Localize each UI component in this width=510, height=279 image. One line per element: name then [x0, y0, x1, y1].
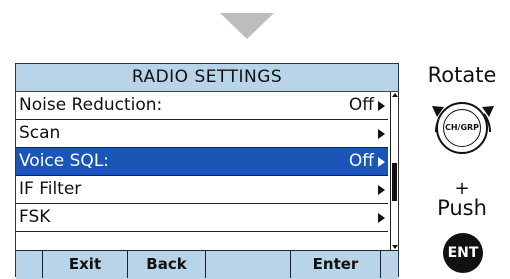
menu-item-if-filter[interactable]: IF Filter [16, 176, 388, 204]
screen-title: RADIO SETTINGS [16, 64, 398, 92]
softkey-spacer [16, 251, 43, 278]
menu-item-noise-reduction[interactable]: Noise Reduction: Off [16, 92, 388, 120]
scroll-down-icon [392, 245, 398, 249]
settings-menu: Noise Reduction: Off Scan Voice SQL: Off… [16, 92, 388, 232]
push-label: Push [437, 196, 487, 220]
menu-item-label: FSK [19, 207, 51, 227]
rotate-label: Rotate [427, 63, 497, 87]
menu-item-value: Off [348, 151, 374, 171]
exit-softkey[interactable]: Exit [43, 251, 128, 278]
menu-item-label: Noise Reduction: [19, 95, 163, 115]
control-instructions: Rotate CH/GRP + Push ENT [408, 0, 510, 276]
arrow-right-icon [378, 101, 385, 111]
menu-item-label: Scan [19, 123, 61, 143]
menu-item-voice-sql[interactable]: Voice SQL: Off [16, 148, 388, 176]
menu-item-value: Off [348, 95, 374, 115]
blank-softkey[interactable] [206, 251, 291, 278]
arrow-right-icon [378, 213, 385, 223]
scroll-up-icon [392, 93, 398, 97]
menu-item-label: IF Filter [19, 179, 82, 199]
arrow-right-icon [378, 129, 385, 139]
scrollbar[interactable] [390, 92, 398, 250]
knob-outer: CH/GRP [436, 102, 488, 154]
ch-grp-knob[interactable]: CH/GRP [428, 92, 498, 162]
softkey-bar: Exit Back Enter [16, 250, 398, 279]
menu-item-label: Voice SQL: [19, 151, 110, 171]
arrow-right-icon [378, 157, 385, 167]
down-arrow-icon [220, 13, 274, 39]
menu-item-scan[interactable]: Scan [16, 120, 388, 148]
ent-button[interactable]: ENT [443, 233, 483, 273]
lcd-screen: RADIO SETTINGS Noise Reduction: Off Scan… [15, 63, 399, 279]
back-softkey[interactable]: Back [128, 251, 206, 278]
enter-softkey[interactable]: Enter [291, 251, 381, 278]
menu-item-fsk[interactable]: FSK [16, 204, 388, 232]
arrow-right-icon [378, 185, 385, 195]
scrollbar-thumb[interactable] [392, 163, 397, 201]
knob-label: CH/GRP [443, 109, 481, 147]
